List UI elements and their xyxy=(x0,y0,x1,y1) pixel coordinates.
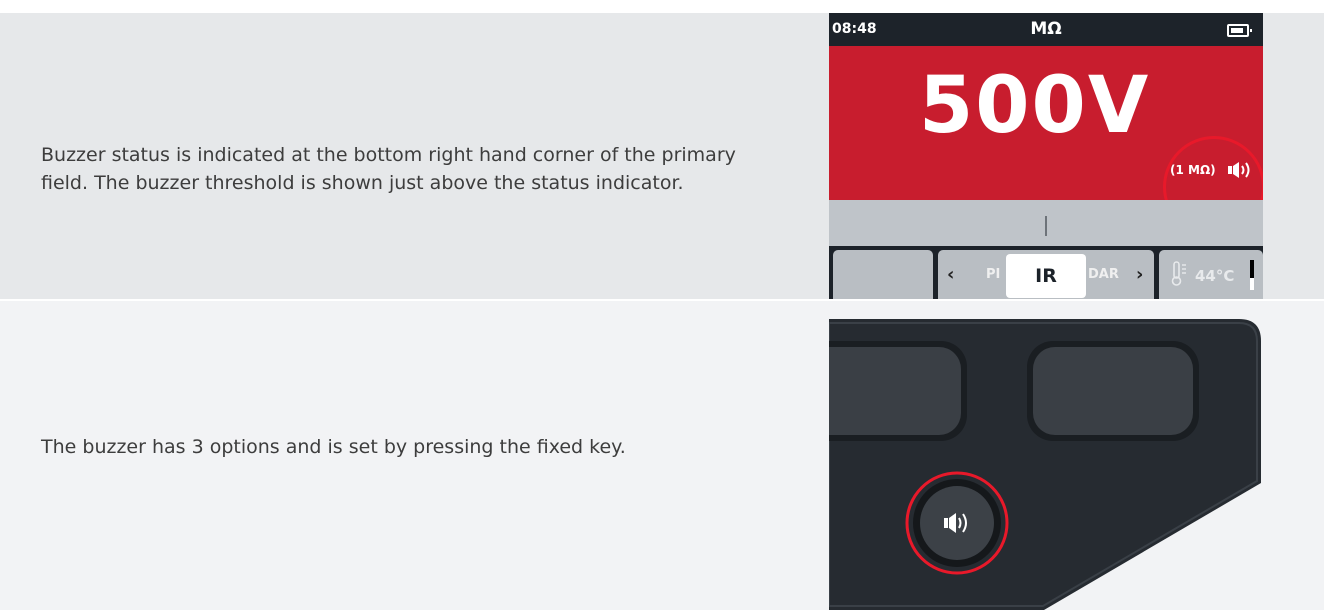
temperature-bar xyxy=(1250,260,1254,290)
battery-icon xyxy=(1227,24,1252,37)
mode-selector[interactable]: ‹ PI IR DAR › xyxy=(938,250,1154,299)
test-voltage: 500V xyxy=(919,61,1151,151)
bottom-bar: ‹ PI IR DAR › 44°C xyxy=(829,246,1263,299)
status-bar: 08:48 MΩ xyxy=(829,13,1263,46)
speaker-on-icon xyxy=(944,513,967,533)
buzzer-key[interactable] xyxy=(829,301,1263,610)
tester-screen: 08:48 MΩ 500V (1 MΩ) ‹ PI IR DAR › 44°C xyxy=(829,13,1263,299)
chevron-left-icon[interactable]: ‹ xyxy=(947,264,954,285)
center-marker xyxy=(1045,216,1047,236)
primary-field: 500V (1 MΩ) xyxy=(829,46,1263,238)
temperature-panel: 44°C xyxy=(1159,250,1263,299)
temperature-value: 44°C xyxy=(1195,267,1235,285)
buzzer-key-description: The buzzer has 3 options and is set by p… xyxy=(41,436,626,458)
mode-current: IR xyxy=(1035,265,1057,287)
thermometer-icon xyxy=(1171,261,1186,286)
mode-prev: PI xyxy=(986,267,1001,282)
buzzer-status-description: Buzzer status is indicated at the bottom… xyxy=(41,144,736,194)
secondary-field xyxy=(829,200,1263,246)
mode-next: DAR xyxy=(1088,267,1119,282)
chevron-right-icon[interactable]: › xyxy=(1136,264,1143,285)
temperature-bar-fill xyxy=(1250,278,1254,290)
tester-keypad xyxy=(829,301,1263,610)
soft-key-panel-left[interactable] xyxy=(833,250,933,299)
mode-current-box: IR xyxy=(1006,254,1086,298)
unit-label: MΩ xyxy=(1030,19,1062,39)
